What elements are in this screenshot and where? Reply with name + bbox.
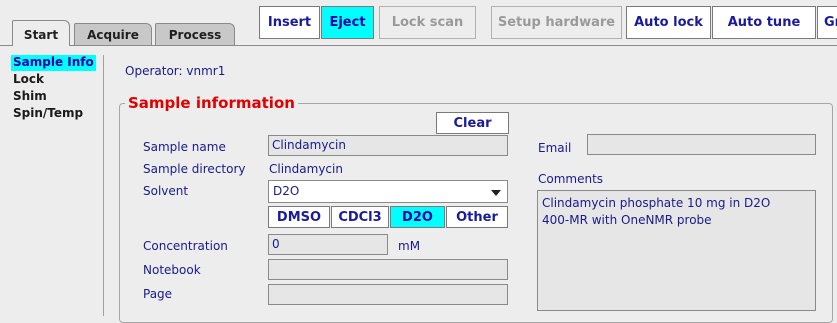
auto-lock-button[interactable]: Auto lock bbox=[626, 6, 711, 39]
notebook-field[interactable] bbox=[268, 259, 508, 280]
sample-directory-value: Clindamycin bbox=[269, 162, 343, 176]
sample-name-label: Sample name bbox=[143, 140, 226, 154]
insert-button[interactable]: Insert bbox=[259, 6, 320, 39]
sample-directory-label: Sample directory bbox=[143, 162, 246, 176]
tab-process[interactable]: Process bbox=[155, 23, 235, 46]
sidebar-item-shim[interactable]: Shim bbox=[11, 89, 49, 105]
tab-baseline bbox=[0, 45, 837, 46]
lock-scan-button[interactable]: Lock scan bbox=[379, 6, 476, 39]
concentration-unit: mM bbox=[398, 239, 421, 253]
solvent-select[interactable]: D2O bbox=[268, 180, 508, 203]
tab-start[interactable]: Start bbox=[12, 20, 70, 46]
sample-name-field[interactable]: Clindamycin bbox=[268, 135, 508, 156]
sidebar-nav: Sample Info Lock Shim Spin/Temp bbox=[8, 55, 104, 316]
solvent-label: Solvent bbox=[143, 184, 189, 198]
email-field[interactable] bbox=[587, 134, 816, 155]
operator-label: Operator: vnmr1 bbox=[125, 64, 226, 78]
solvent-d2o-button[interactable]: D2O bbox=[390, 206, 445, 228]
concentration-field[interactable]: 0 bbox=[268, 234, 388, 255]
tab-acquire[interactable]: Acquire bbox=[74, 23, 152, 46]
setup-hardware-button[interactable]: Setup hardware bbox=[491, 6, 622, 39]
solvent-select-value: D2O bbox=[273, 184, 300, 198]
sample-information-title: Sample information bbox=[125, 94, 298, 112]
page-field[interactable] bbox=[268, 284, 508, 305]
sidebar-item-lock[interactable]: Lock bbox=[11, 72, 46, 88]
solvent-other-button[interactable]: Other bbox=[446, 206, 508, 228]
sidebar-item-sample-info[interactable]: Sample Info bbox=[11, 55, 96, 71]
solvent-cdcl3-button[interactable]: CDCl3 bbox=[331, 206, 389, 228]
auto-tune-button[interactable]: Auto tune bbox=[712, 6, 816, 39]
clear-button[interactable]: Clear bbox=[436, 112, 509, 134]
comments-textarea[interactable]: Clindamycin phosphate 10 mg in D2O 400-M… bbox=[537, 190, 816, 311]
notebook-label: Notebook bbox=[143, 263, 201, 277]
email-label: Email bbox=[538, 141, 572, 155]
gradient-shim-button[interactable]: Gr bbox=[817, 6, 837, 39]
page-label: Page bbox=[143, 287, 173, 301]
solvent-dmso-button[interactable]: DMSO bbox=[268, 206, 330, 228]
comments-label: Comments bbox=[538, 172, 604, 186]
eject-button[interactable]: Eject bbox=[321, 6, 374, 39]
sidebar-item-spin-temp[interactable]: Spin/Temp bbox=[11, 106, 85, 122]
chevron-down-icon[interactable] bbox=[491, 190, 501, 196]
concentration-label: Concentration bbox=[143, 239, 228, 253]
